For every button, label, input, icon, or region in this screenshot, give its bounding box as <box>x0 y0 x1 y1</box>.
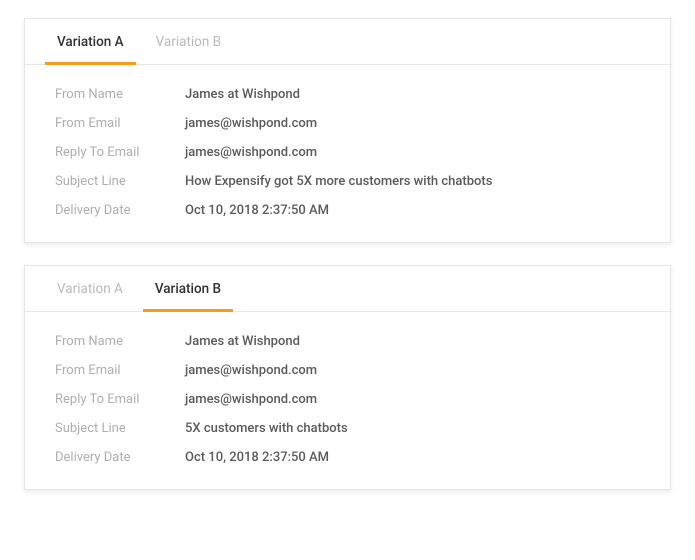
value-subject: How Expensify got 5X more customers with… <box>185 174 492 189</box>
tab-variation-b[interactable]: Variation B <box>144 20 233 65</box>
tab-variation-a[interactable]: Variation A <box>45 20 136 65</box>
tab-variation-a[interactable]: Variation A <box>45 267 135 312</box>
value-subject: 5X customers with chatbots <box>185 421 348 436</box>
label-from-email: From Email <box>55 363 185 378</box>
value-reply-to: james@wishpond.com <box>185 392 317 407</box>
value-from-email: james@wishpond.com <box>185 363 317 378</box>
value-reply-to: james@wishpond.com <box>185 145 317 160</box>
row-reply-to: Reply To Email james@wishpond.com <box>55 145 640 160</box>
label-delivery: Delivery Date <box>55 450 185 465</box>
tab-bar: Variation A Variation B <box>25 266 670 312</box>
row-from-name: From Name James at Wishpond <box>55 87 640 102</box>
variation-panel-b: Variation A Variation B From Name James … <box>24 265 671 490</box>
tab-variation-b[interactable]: Variation B <box>143 267 233 312</box>
label-from-name: From Name <box>55 87 185 102</box>
row-reply-to: Reply To Email james@wishpond.com <box>55 392 640 407</box>
value-from-name: James at Wishpond <box>185 87 300 102</box>
row-delivery: Delivery Date Oct 10, 2018 2:37:50 AM <box>55 203 640 218</box>
row-from-name: From Name James at Wishpond <box>55 334 640 349</box>
label-reply-to: Reply To Email <box>55 392 185 407</box>
label-from-name: From Name <box>55 334 185 349</box>
panel-content: From Name James at Wishpond From Email j… <box>25 65 670 242</box>
row-subject: Subject Line 5X customers with chatbots <box>55 421 640 436</box>
value-delivery: Oct 10, 2018 2:37:50 AM <box>185 203 329 218</box>
label-subject: Subject Line <box>55 174 185 189</box>
label-from-email: From Email <box>55 116 185 131</box>
panel-content: From Name James at Wishpond From Email j… <box>25 312 670 489</box>
label-subject: Subject Line <box>55 421 185 436</box>
row-from-email: From Email james@wishpond.com <box>55 116 640 131</box>
label-reply-to: Reply To Email <box>55 145 185 160</box>
label-delivery: Delivery Date <box>55 203 185 218</box>
row-delivery: Delivery Date Oct 10, 2018 2:37:50 AM <box>55 450 640 465</box>
row-from-email: From Email james@wishpond.com <box>55 363 640 378</box>
variation-panel-a: Variation A Variation B From Name James … <box>24 18 671 243</box>
tab-bar: Variation A Variation B <box>25 19 670 65</box>
value-from-name: James at Wishpond <box>185 334 300 349</box>
value-delivery: Oct 10, 2018 2:37:50 AM <box>185 450 329 465</box>
value-from-email: james@wishpond.com <box>185 116 317 131</box>
row-subject: Subject Line How Expensify got 5X more c… <box>55 174 640 189</box>
